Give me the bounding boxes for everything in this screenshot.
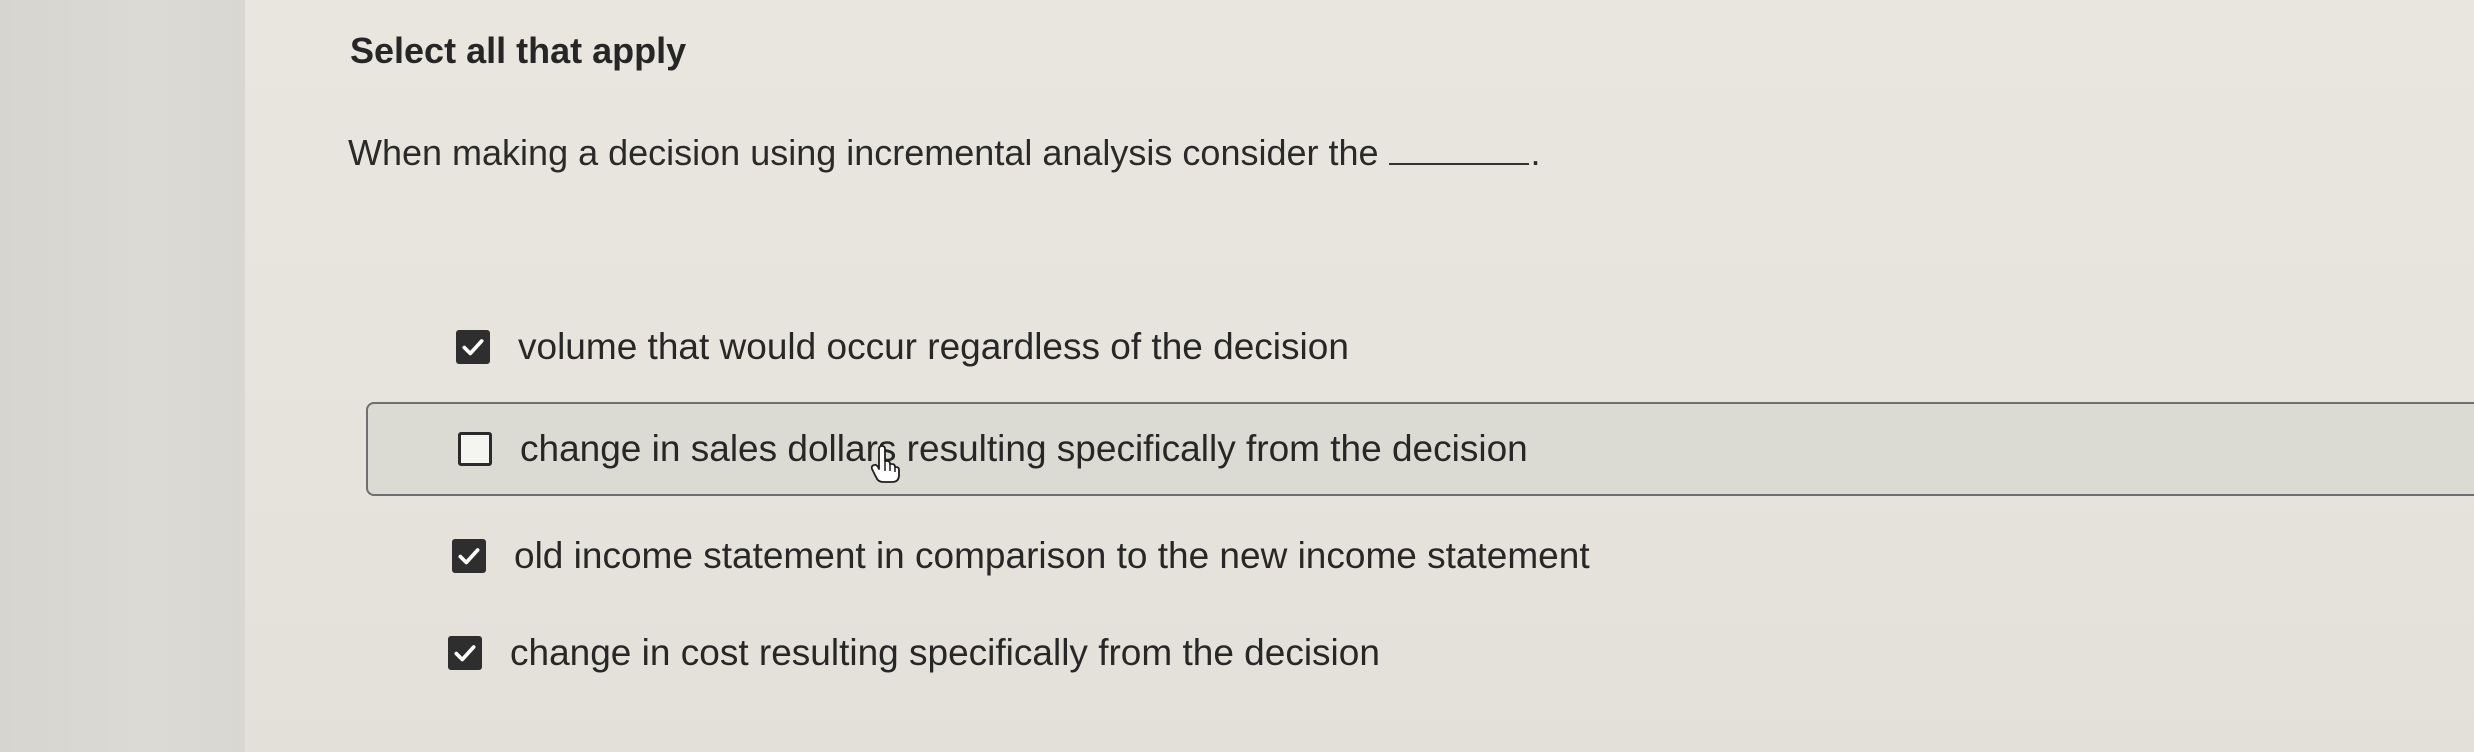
option-2[interactable]: change in sales dollars resulting specif… <box>366 402 2474 496</box>
check-icon <box>462 339 484 356</box>
option-2-label: change in sales dollars resulting specif… <box>520 428 1528 469</box>
checkbox-option-2[interactable] <box>458 432 492 466</box>
option-4-label: change in cost resulting specifically fr… <box>510 632 1380 673</box>
check-icon <box>454 645 476 662</box>
checkbox-option-1[interactable] <box>456 330 490 364</box>
check-icon <box>458 548 480 565</box>
hand-pointer-icon <box>870 445 900 483</box>
option-4[interactable]: change in cost resulting specifically fr… <box>448 632 1380 674</box>
option-3-label: old income statement in comparison to th… <box>514 535 1590 576</box>
option-3[interactable]: old income statement in comparison to th… <box>452 535 1590 577</box>
option-1-label: volume that would occur regardless of th… <box>518 326 1349 367</box>
checkbox-option-4[interactable] <box>448 636 482 670</box>
option-1[interactable]: volume that would occur regardless of th… <box>456 326 1349 368</box>
answer-options: volume that would occur regardless of th… <box>0 0 2474 752</box>
checkbox-option-3[interactable] <box>452 539 486 573</box>
